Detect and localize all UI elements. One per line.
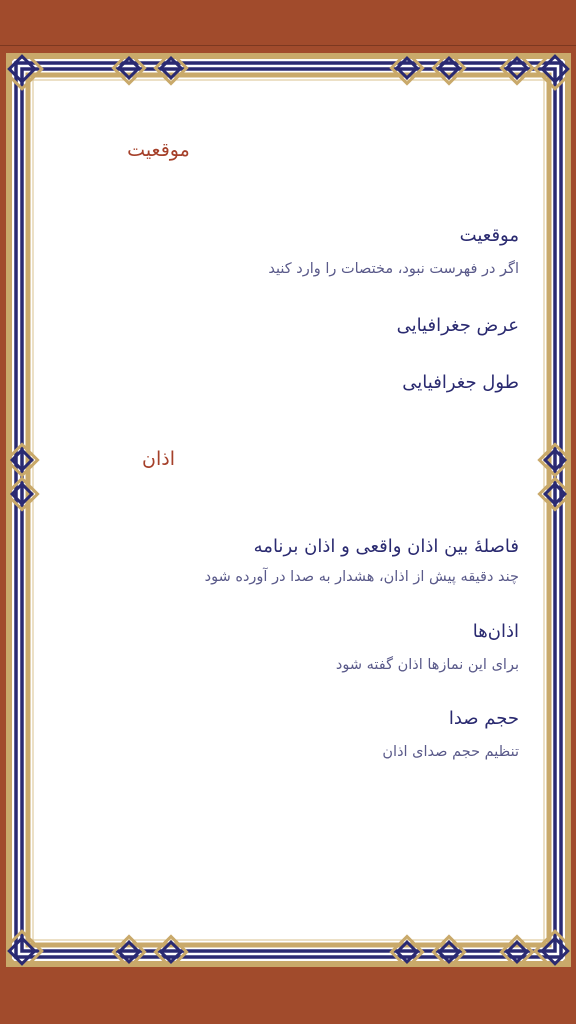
pref-longitude-title: طول جغرافیایی	[402, 372, 519, 393]
pref-latitude-title: عرض جغرافیایی	[396, 315, 519, 336]
pref-azan-offset-title: فاصلهٔ بین اذان واقعی و اذان برنامه	[253, 536, 519, 557]
section-header-azan: اذان	[142, 448, 175, 470]
pref-volume-summary: تنظیم حجم صدای اذان	[382, 744, 519, 760]
section-header-location: موقعیت	[127, 139, 190, 161]
pref-azans-summary: برای این نمازها اذان گفته شود	[335, 657, 519, 673]
pref-volume-title: حجم صدا	[448, 708, 519, 729]
pref-azans-title: اذان‌ها	[472, 621, 519, 642]
status-bar-divider	[0, 45, 576, 46]
pref-location-title: موقعیت	[459, 225, 519, 246]
preferences-list: موقعیت موقعیت اگر در فهرست نبود، مختصات …	[6, 53, 571, 967]
pref-azan-offset-summary: چند دقیقه پیش از اذان، هشدار به صدا در آ…	[204, 569, 519, 585]
status-bar	[0, 0, 576, 46]
preferences-card: موقعیت موقعیت اگر در فهرست نبود، مختصات …	[6, 53, 571, 967]
pref-location-summary: اگر در فهرست نبود، مختصات را وارد کنید	[268, 261, 519, 277]
